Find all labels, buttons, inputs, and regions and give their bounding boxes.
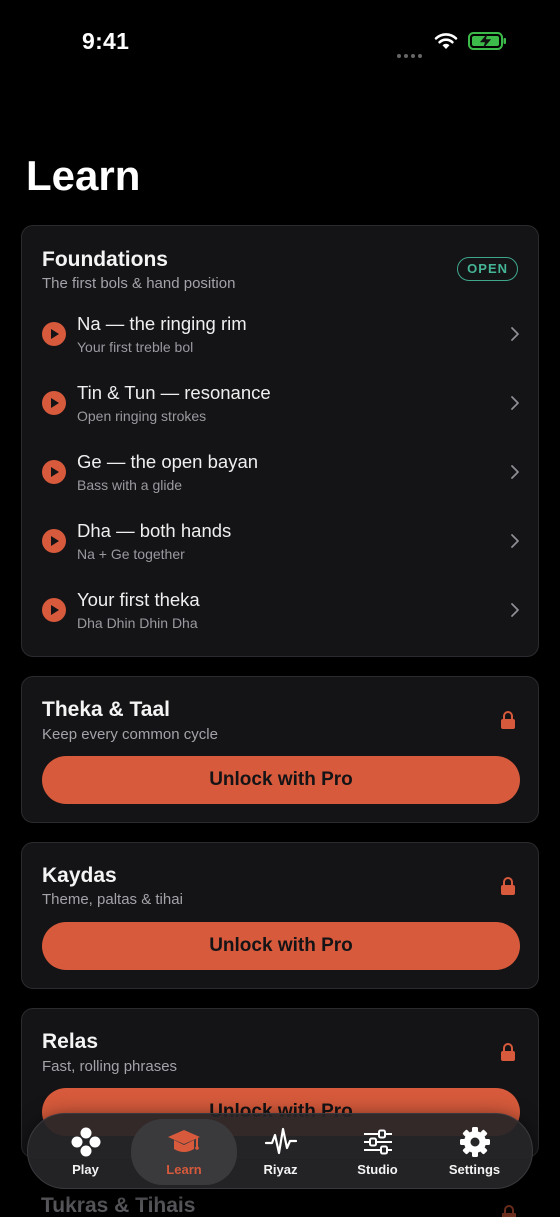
status-bar: 9:41: [0, 0, 560, 84]
section-title: Theka & Taal: [42, 698, 170, 721]
section-title: Relas: [42, 1030, 99, 1053]
tab-label: Learn: [166, 1162, 202, 1177]
waveform-icon: [264, 1127, 297, 1155]
status-time: 9:41: [82, 28, 130, 54]
lock-icon: [501, 1043, 515, 1061]
section-subtitle: Fast, rolling phrases: [42, 1058, 178, 1075]
play-icon: [42, 391, 66, 415]
unlock-pro-button[interactable]: Unlock with Pro: [42, 922, 520, 970]
tab-play[interactable]: Play: [35, 1114, 136, 1190]
tab-bar: Play Learn Riyaz Studio Settings: [27, 1113, 533, 1189]
lock-icon: [501, 877, 515, 895]
open-badge: OPEN: [457, 257, 518, 281]
section-subtitle: Theme, paltas & tihai: [42, 891, 183, 908]
lesson-row[interactable]: Tin & Tun — resonance Open ringing strok…: [22, 375, 540, 435]
lock-icon: [502, 1205, 516, 1217]
lesson-subtitle: Na + Ge together: [77, 546, 185, 562]
lesson-title: Na — the ringing rim: [77, 313, 247, 334]
lesson-subtitle: Bass with a glide: [77, 477, 183, 493]
lesson-row[interactable]: Ge — the open bayan Bass with a glide: [22, 444, 540, 504]
play-icon: [42, 322, 66, 346]
play-icon: [42, 598, 66, 622]
lesson-row[interactable]: Dha — both hands Na + Ge together: [22, 513, 540, 573]
sliders-icon: [363, 1129, 392, 1155]
section-title-peek: Tukras & Tihais: [41, 1194, 196, 1217]
chevron-right-icon: [511, 465, 519, 479]
lesson-title: Tin & Tun — resonance: [77, 382, 271, 403]
wifi-icon: [434, 33, 458, 49]
lesson-title: Your first theka: [77, 589, 200, 610]
page-title: Learn: [26, 152, 141, 199]
tab-riyaz[interactable]: Riyaz: [230, 1114, 331, 1190]
lesson-subtitle: Your first treble bol: [77, 339, 194, 355]
lock-icon: [501, 711, 515, 729]
gear-icon: [459, 1127, 490, 1157]
section-title: Kaydas: [42, 864, 117, 887]
lesson-title: Dha — both hands: [77, 520, 232, 541]
tab-studio[interactable]: Studio: [327, 1114, 428, 1190]
lesson-subtitle: Open ringing strokes: [77, 408, 207, 424]
signal-dots-icon: [397, 45, 425, 58]
lesson-subtitle: Dha Dhin Dhin Dha: [77, 615, 198, 631]
dots-icon: [71, 1127, 100, 1157]
battery-charging-icon: [468, 32, 506, 50]
lesson-row[interactable]: Your first theka Dha Dhin Dhin Dha: [22, 582, 540, 642]
tab-settings[interactable]: Settings: [424, 1114, 525, 1190]
kaydas-card: Kaydas Theme, paltas & tihai Unlock with…: [21, 842, 539, 989]
lesson-row[interactable]: Na — the ringing rim Your first treble b…: [22, 306, 540, 366]
tab-label: Settings: [448, 1162, 501, 1177]
tab-learn[interactable]: Learn: [131, 1119, 237, 1185]
chevron-right-icon: [511, 327, 519, 341]
graduation-cap-icon: [168, 1130, 200, 1152]
section-subtitle: The first bols & hand position: [42, 275, 236, 292]
foundations-card: Foundations The first bols & hand positi…: [21, 225, 539, 657]
lesson-title: Ge — the open bayan: [77, 451, 259, 472]
tab-label: Riyaz: [263, 1162, 298, 1177]
section-title: Foundations: [42, 248, 168, 271]
section-subtitle: Keep every common cycle: [42, 726, 218, 743]
tab-label: Play: [72, 1162, 99, 1177]
chevron-right-icon: [511, 603, 519, 617]
unlock-pro-button[interactable]: Unlock with Pro: [42, 756, 520, 804]
chevron-right-icon: [511, 396, 519, 410]
play-icon: [42, 529, 66, 553]
tab-label: Studio: [357, 1162, 398, 1177]
play-icon: [42, 460, 66, 484]
theka-taal-card: Theka & Taal Keep every common cycle Unl…: [21, 676, 539, 823]
chevron-right-icon: [511, 534, 519, 548]
